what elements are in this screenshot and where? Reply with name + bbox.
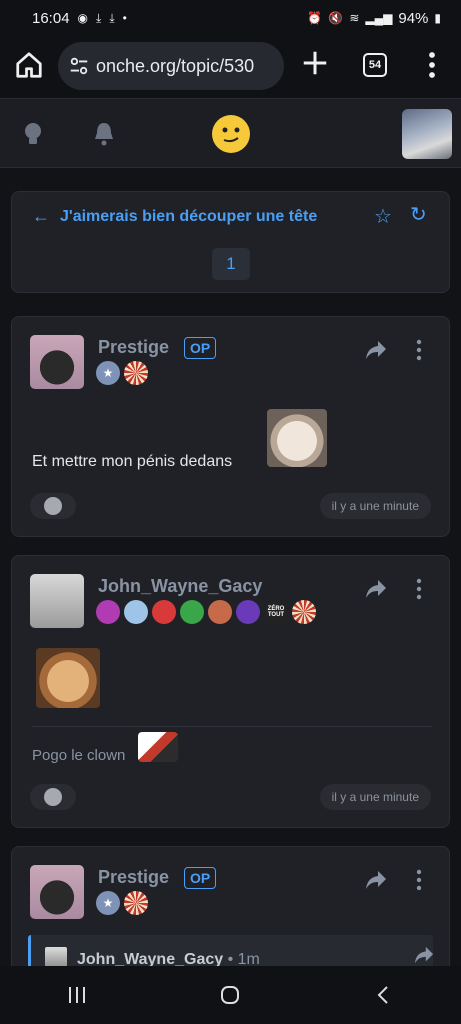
- refresh-icon[interactable]: ↻: [410, 202, 427, 227]
- spiral-badge-icon: [124, 361, 148, 385]
- avatar[interactable]: [30, 865, 84, 919]
- star-icon[interactable]: ☆: [374, 204, 392, 229]
- username[interactable]: Prestige: [98, 337, 169, 358]
- zero-tout-badge: ZÉRO TOUT: [264, 600, 288, 624]
- lightbulb-icon[interactable]: [22, 121, 44, 147]
- page-button[interactable]: 1: [212, 248, 250, 280]
- browser-menu-icon[interactable]: [424, 50, 440, 80]
- alarm-icon: ⏰: [307, 11, 323, 25]
- post-time: il y a une minute: [319, 784, 431, 810]
- bell-icon[interactable]: [92, 121, 116, 147]
- reaction-button[interactable]: [30, 784, 76, 810]
- share-icon[interactable]: [413, 945, 435, 965]
- signature-divider: [32, 726, 432, 727]
- tab-switcher-button[interactable]: 54: [363, 53, 387, 77]
- smiley-logo-icon: [222, 127, 240, 143]
- username[interactable]: Prestige: [98, 867, 169, 888]
- home-icon[interactable]: [14, 50, 44, 80]
- download-icon-2: ⤓: [109, 10, 115, 25]
- cat-sticker: [267, 409, 327, 467]
- home-button[interactable]: [210, 975, 250, 1015]
- home-circle-icon: [221, 986, 240, 1004]
- post-card: John_Wayne_Gacy ZÉRO TOUT Pogo le clown …: [11, 555, 450, 828]
- wifi-icon: ≋: [349, 11, 360, 25]
- post-menu-icon[interactable]: [412, 869, 426, 891]
- more-notifications-dot: •: [122, 11, 127, 25]
- system-nav-bar: [0, 966, 461, 1024]
- address-bar[interactable]: onche.org/topic/530: [58, 42, 284, 90]
- badge-list: ★: [96, 361, 148, 385]
- clown-sticker: [138, 732, 178, 762]
- emoji-icon: [44, 497, 62, 515]
- purple-badge-icon: [96, 600, 120, 624]
- site-settings-icon[interactable]: [68, 55, 90, 77]
- download-icon: ⤓: [96, 10, 102, 25]
- battery-icon: ▮: [434, 11, 441, 25]
- star-badge-icon: ★: [96, 891, 120, 915]
- back-chevron-icon: [377, 986, 388, 1004]
- site-header: [0, 98, 461, 168]
- hex-badge-icon: [236, 600, 260, 624]
- topic-title: J'aimerais bien découper une tête: [60, 207, 318, 225]
- post-menu-icon[interactable]: [412, 578, 426, 600]
- url-text: onche.org/topic/530: [96, 55, 255, 76]
- spiral-badge-icon: [124, 891, 148, 915]
- user-avatar[interactable]: [402, 109, 452, 159]
- back-button[interactable]: [364, 975, 404, 1015]
- topic-title-row[interactable]: ← J'aimerais bien découper une tête: [32, 206, 317, 227]
- share-icon[interactable]: [364, 578, 388, 600]
- op-badge: OP: [184, 337, 217, 359]
- spiral-badge-icon: [292, 600, 316, 624]
- post-time: il y a une minute: [319, 493, 431, 519]
- share-icon[interactable]: [364, 869, 388, 891]
- post-menu-icon[interactable]: [412, 339, 426, 361]
- elf-badge-icon: [180, 600, 204, 624]
- app-notification-icon: ◉: [77, 11, 89, 25]
- topic-header: ← J'aimerais bien découper une tête ☆ ↻ …: [11, 191, 450, 293]
- avatar[interactable]: [30, 574, 84, 628]
- cat-sticker: [36, 648, 100, 708]
- op-badge: OP: [184, 867, 217, 889]
- back-arrow-icon[interactable]: ←: [32, 206, 50, 227]
- clown-badge-icon: [152, 600, 176, 624]
- post-text: Et mettre mon pénis dedans: [32, 453, 233, 470]
- status-bar: 16:04 ◉ ⤓ ⤓ • ⏰ 🔇 ≋ ▂▄▆ 94% ▮: [0, 0, 461, 36]
- avatar[interactable]: [30, 335, 84, 389]
- site-logo[interactable]: [212, 115, 250, 153]
- recents-button[interactable]: [57, 975, 97, 1015]
- post-card: Prestige OP ★ Et mettre mon pénis dedans…: [11, 316, 450, 537]
- share-icon[interactable]: [364, 339, 388, 361]
- status-time: 16:04: [32, 9, 70, 27]
- character-badge-icon: [208, 600, 232, 624]
- star-badge-icon: ★: [96, 361, 120, 385]
- badge-list: ★: [96, 891, 148, 915]
- post-card: Prestige OP ★ John_Wayne_Gacy • 1m: [11, 846, 450, 986]
- badge-list: ZÉRO TOUT: [96, 600, 316, 624]
- username[interactable]: John_Wayne_Gacy: [98, 576, 262, 597]
- emoji-icon: [44, 788, 62, 806]
- recents-icon: [68, 987, 85, 1003]
- signal-icon: ▂▄▆: [365, 11, 393, 25]
- signature-text: Pogo le clown: [32, 747, 126, 764]
- new-tab-icon[interactable]: [300, 48, 330, 78]
- battery-level: 94%: [398, 9, 429, 27]
- browser-toolbar: onche.org/topic/530 54: [0, 36, 461, 98]
- face-badge-icon: [124, 600, 148, 624]
- reaction-button[interactable]: [30, 493, 76, 519]
- mute-icon: 🔇: [328, 11, 344, 25]
